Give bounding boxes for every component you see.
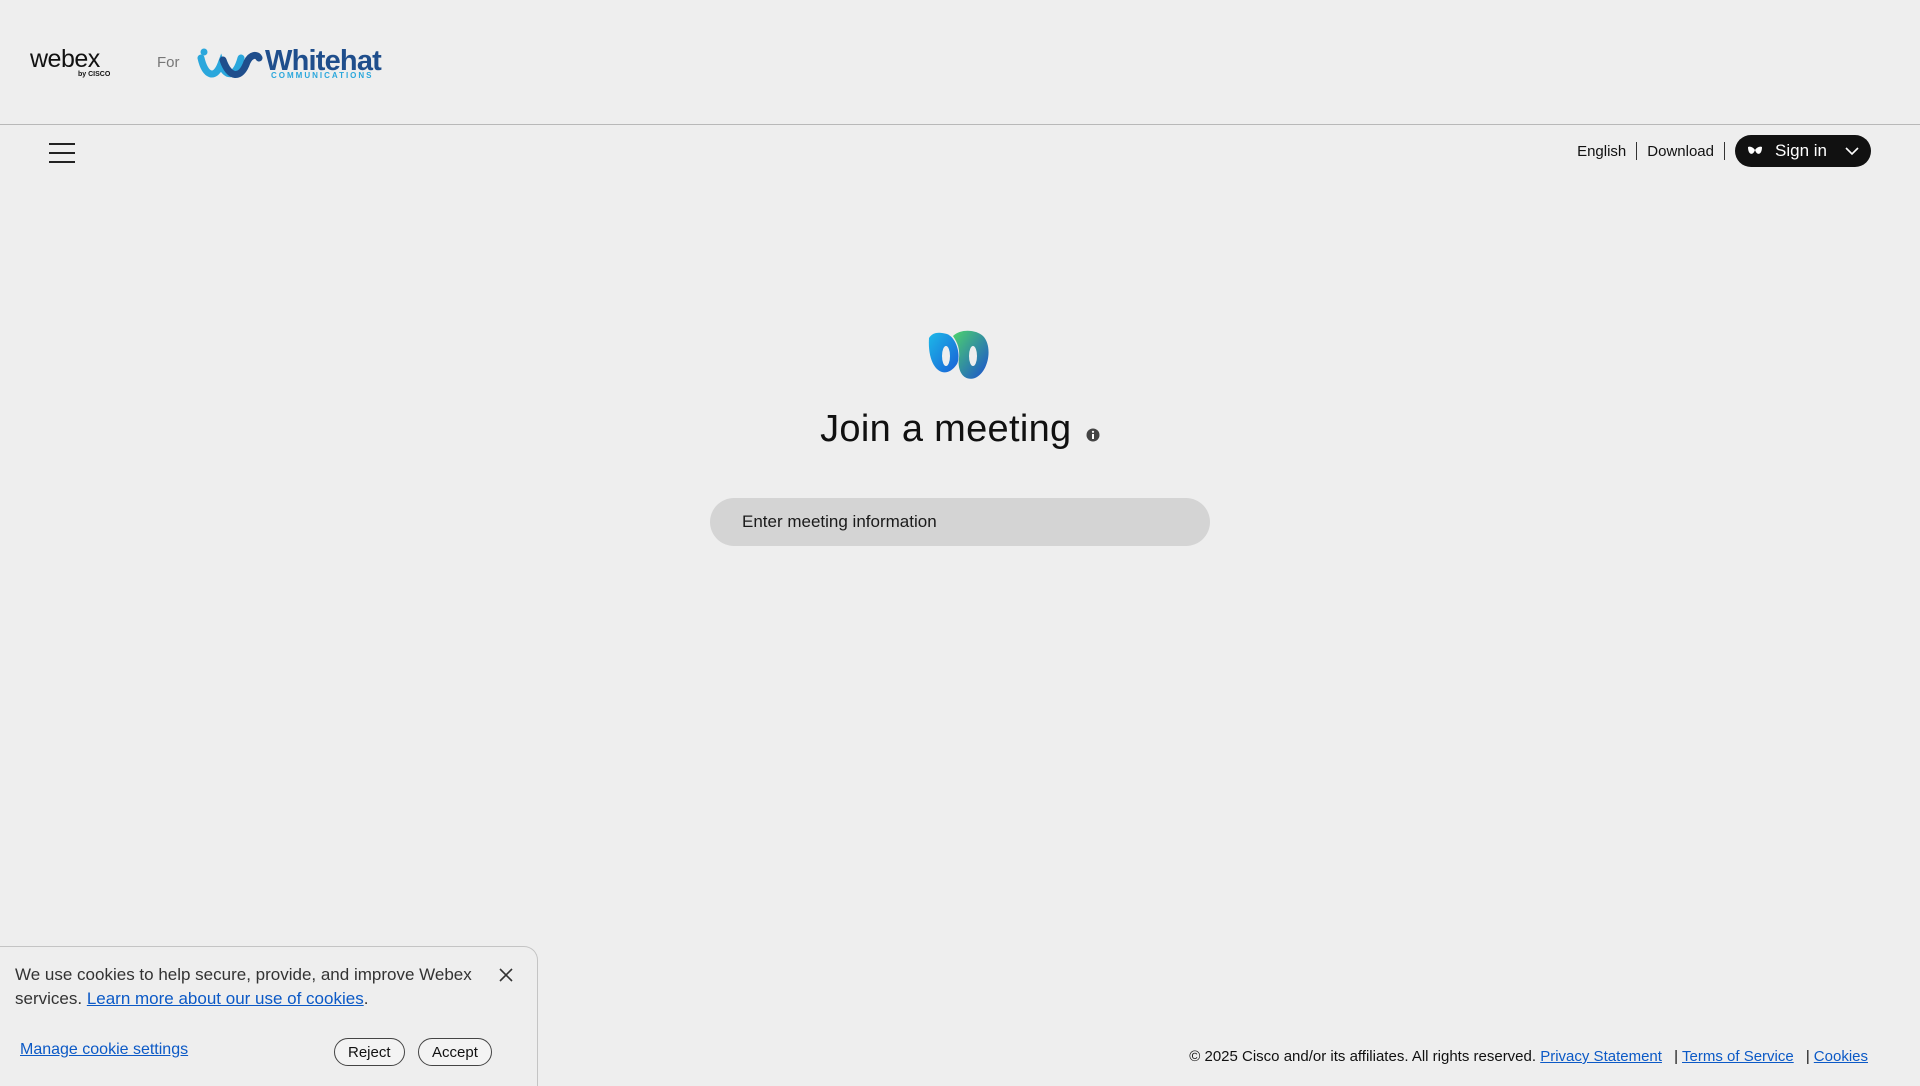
menu-bar (49, 143, 75, 145)
copyright-text: © 2025 Cisco and/or its affiliates. All … (1189, 1048, 1537, 1065)
close-icon[interactable] (496, 965, 516, 985)
page-title: Join a meeting (820, 408, 1072, 450)
chevron-down-icon[interactable] (1845, 146, 1859, 156)
webex-logo: webex by CISCO (30, 46, 110, 80)
menu-bar (49, 152, 75, 154)
privacy-statement-link[interactable]: Privacy Statement (1540, 1048, 1662, 1065)
footer-separator: | (1674, 1048, 1679, 1065)
cisco-byline: by CISCO (78, 71, 111, 78)
webex-app-logo (928, 330, 989, 379)
company-logo: Whitehat COMMUNICATIONS (197, 44, 382, 84)
cookie-learn-more-link[interactable]: Learn more about our use of cookies (87, 989, 364, 1008)
cookie-banner: We use cookies to help secure, provide, … (0, 946, 538, 1086)
footer: © 2025 Cisco and/or its affiliates. All … (1189, 1048, 1868, 1065)
manage-cookie-settings-link[interactable]: Manage cookie settings (20, 1041, 188, 1059)
cookie-message: We use cookies to help secure, provide, … (15, 963, 485, 1011)
company-tagline: COMMUNICATIONS (271, 71, 374, 80)
meeting-info-input[interactable] (710, 498, 1210, 546)
signin-label: Sign in (1775, 141, 1827, 160)
accept-button[interactable]: Accept (418, 1038, 492, 1066)
cookies-link[interactable]: Cookies (1814, 1048, 1868, 1065)
top-links: English Download Sign in (1577, 134, 1871, 168)
download-link[interactable]: Download (1647, 143, 1714, 160)
reject-button[interactable]: Reject (334, 1038, 405, 1066)
link-divider (1636, 142, 1638, 160)
webex-icon (1748, 146, 1762, 154)
info-icon[interactable] (1086, 428, 1100, 442)
language-selector[interactable]: English (1577, 143, 1626, 160)
join-title-wrap: Join a meeting (0, 408, 1920, 451)
for-label: For (157, 54, 180, 71)
company-logo-mark (197, 48, 263, 78)
menu-bar (49, 161, 75, 163)
webex-wordmark: webex (30, 45, 100, 73)
terms-of-service-link[interactable]: Terms of Service (1682, 1048, 1794, 1065)
hamburger-menu-icon[interactable] (49, 143, 75, 167)
link-divider (1724, 142, 1725, 160)
top-banner: webex by CISCO For Whitehat COMMUNICATIO… (0, 0, 1920, 125)
cookie-trailing-period: . (363, 989, 369, 1008)
signin-button[interactable]: Sign in (1735, 135, 1871, 167)
footer-separator: | (1805, 1048, 1810, 1065)
